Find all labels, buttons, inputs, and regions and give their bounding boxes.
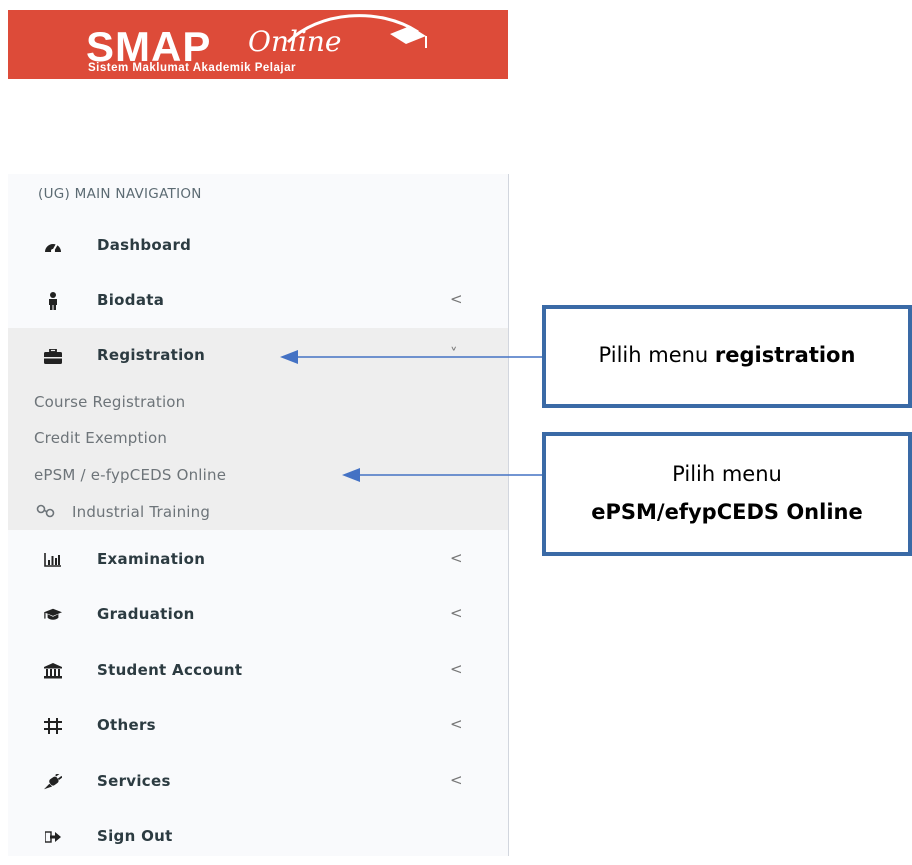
dashboard-icon	[44, 237, 62, 255]
bank-icon	[44, 662, 62, 680]
chevron-left-icon: <	[450, 604, 463, 622]
sidebar-item-registration[interactable]: Registration ˅	[8, 328, 508, 384]
sidebar-item-label: Graduation	[97, 605, 195, 623]
link-icon	[36, 503, 56, 522]
callout-registration: Pilih menu registration	[542, 305, 912, 408]
chevron-left-icon: <	[450, 549, 463, 567]
submenu-course-registration[interactable]: Course Registration	[34, 393, 185, 411]
chevron-left-icon: <	[450, 771, 463, 789]
chevron-left-icon: <	[450, 660, 463, 678]
sidebar-item-label: Examination	[97, 550, 206, 568]
nav-header: (UG) MAIN NAVIGATION	[38, 186, 202, 202]
logo-subtitle: Sistem Maklumat Akademik Pelajar	[88, 62, 296, 74]
sidebar-item-label: Biodata	[97, 291, 165, 309]
callout-registration-text: Pilih menu registration	[546, 343, 908, 367]
sliders-icon	[44, 717, 62, 735]
person-icon	[44, 292, 62, 310]
callout-registration-bold: registration	[714, 343, 856, 367]
sidebar-item-label: Registration	[97, 346, 206, 364]
sidebar-item-others[interactable]: Others <	[8, 698, 508, 754]
sidebar-item-label: Services	[97, 772, 171, 790]
chevron-left-icon: <	[450, 715, 463, 733]
sidebar-item-dashboard[interactable]: Dashboard	[8, 218, 508, 274]
chevron-down-icon: ˅	[450, 345, 458, 363]
plug-icon	[44, 773, 62, 791]
callout-epsm-line2: ePSM/efypCEDS Online	[591, 500, 863, 524]
bar-chart-icon	[44, 551, 62, 569]
sidebar-item-examination[interactable]: Examination <	[8, 532, 508, 588]
graduation-cap-logo-icon	[286, 14, 427, 48]
logo-banner: SMAP Online Sistem Maklumat Akademik Pel…	[8, 10, 508, 79]
graduation-cap-icon	[44, 606, 62, 624]
sidebar-item-label: Others	[97, 716, 156, 734]
sidebar-item-student-account[interactable]: Student Account <	[8, 643, 508, 699]
submenu-industrial-training[interactable]: Industrial Training	[72, 503, 210, 521]
callout-epsm-line1: Pilih menu	[672, 462, 782, 486]
sidebar-item-sign-out[interactable]: Sign Out	[8, 809, 508, 865]
sidebar-item-graduation[interactable]: Graduation <	[8, 587, 508, 643]
sidebar-item-label: Student Account	[97, 661, 243, 679]
sidebar: (UG) MAIN NAVIGATION Dashboard Biodata <…	[8, 174, 509, 856]
chevron-left-icon: <	[450, 290, 463, 308]
callout-epsm: Pilih menu ePSM/efypCEDS Online	[542, 432, 912, 556]
sidebar-item-label: Sign Out	[97, 827, 173, 845]
callout-registration-prefix: Pilih menu	[598, 343, 715, 367]
sidebar-item-biodata[interactable]: Biodata <	[8, 273, 508, 329]
sidebar-item-services[interactable]: Services <	[8, 754, 508, 810]
submenu-credit-exemption[interactable]: Credit Exemption	[34, 429, 167, 447]
sidebar-item-label: Dashboard	[97, 236, 192, 254]
briefcase-icon	[44, 347, 62, 365]
sign-out-icon	[44, 828, 62, 846]
submenu-epsm-online[interactable]: ePSM / e-fypCEDS Online	[34, 466, 226, 484]
